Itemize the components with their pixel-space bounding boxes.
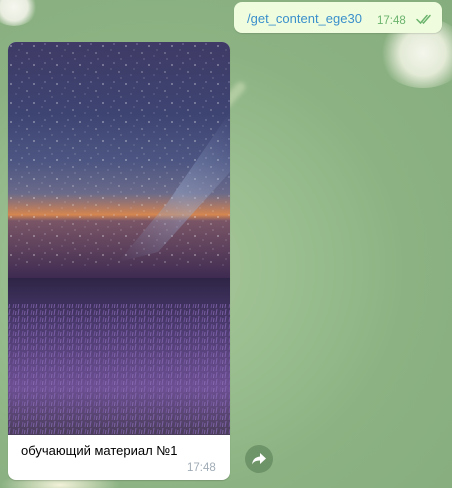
outgoing-message-bubble[interactable]: /get_content_ege30 17:48 [234,2,442,33]
forward-arrow-icon [252,453,266,465]
bot-command-link[interactable]: /get_content_ege30 [247,11,362,26]
message-photo[interactable] [8,42,230,435]
double-check-icon [416,14,431,25]
message-time: 17:48 [187,462,216,474]
photo-caption: обучающий материал №1 [21,443,178,458]
incoming-photo-message[interactable]: обучающий материал №1 17:48 [8,42,230,480]
message-time: 17:48 [377,15,406,27]
forward-button[interactable] [245,445,273,473]
background-flower-blob [0,0,38,26]
